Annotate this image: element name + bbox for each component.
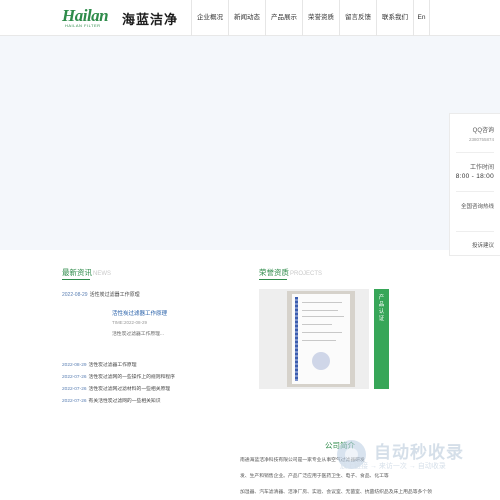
nav-item-feedback[interactable]: 留言反馈 [339,0,376,36]
nav-item-language[interactable]: En [413,0,430,36]
panel-divider [456,152,494,153]
news-title-en: NEWS [93,271,111,277]
hero-banner [0,36,500,250]
certificate-frame [287,291,355,387]
watermark-overlay: 自动秒收录 放上链接 → 来访一次 → 自动收录 [337,436,487,476]
main-nav: 企业概况 新闻动态 产品展示 荣誉资质 留言反馈 联系我们 En [191,0,430,36]
nav-item-products[interactable]: 产品展示 [265,0,302,36]
certificate-text-line [302,316,344,317]
certificate-seal-icon [312,352,330,370]
certificate-text-line [302,302,342,303]
news-title-underline [62,279,90,280]
news-title: 活性炭过滤器工作原理 [89,292,140,298]
news-title: 活性炭过滤器工作原理 [88,363,137,368]
news-list-item[interactable]: 2022-07-26 有关活性炭过滤网的一些相关知识 [62,396,202,408]
news-date: 2022-07-26 [62,387,87,392]
news-title: 有关活性炭过滤网的一些相关知识 [88,399,161,404]
certificate-text-line [302,332,342,333]
news-list-item[interactable]: 2022-07-26 活性炭过滤网过滤材料的一些相关原理 [62,384,202,396]
qq-number: 2380755874 [468,137,494,142]
featured-news-title[interactable]: 活性炭过滤器工作原理 [112,309,167,317]
nav-item-news[interactable]: 新闻动态 [228,0,265,36]
news-title-cn: 最新资讯 [62,268,92,277]
news-date: 2022-07-26 [62,375,87,380]
watermark-logo-inner [345,448,358,461]
honors-title-en: PROJECTS [290,271,323,277]
panel-divider [456,231,494,232]
featured-news[interactable]: 活性炭过滤器工作原理 TIME:2022-08-29 活性炭过滤器工作原理... [62,305,180,345]
honors-title-cn: 荣誉资质 [259,268,289,277]
news-date: 2022-08-29 [62,363,87,368]
news-section-title[interactable]: 最新资讯NEWS [62,267,111,278]
certificate-label-text: 产品认证 [378,295,385,322]
nav-item-honors[interactable]: 荣誉资质 [302,0,339,36]
top-header: Hailan HAILAN FILTER 海蓝洁净 企业概况 新闻动态 产品展示… [0,0,500,36]
panel-divider [456,191,494,192]
logo-chinese-name: 海蓝洁净 [122,13,179,28]
news-title: 活性炭过滤网过滤材料的一些相关原理 [88,387,171,392]
certificate-label-tab[interactable]: 产品认证 [374,289,389,389]
certificate-text-line [302,324,332,325]
certificate-image[interactable] [259,289,369,389]
nav-item-about[interactable]: 企业概况 [191,0,228,36]
certificate-text-line [302,310,338,311]
news-title: 活性炭过滤网的一些操作上的规则和程序 [88,375,175,380]
news-date: 2022-08-29 [62,292,88,298]
news-list-item[interactable]: 2022-08-29 活性炭过滤器工作原理 [62,360,202,372]
floating-contact-panel: QQ咨询 2380755874 工作时间 8:00 - 18:00 全国咨询热线… [449,113,500,256]
news-list: 2022-08-29 活性炭过滤器工作原理 2022-07-26 活性炭过滤网的一些… [62,360,202,408]
nav-item-contact[interactable]: 联系我们 [376,0,413,36]
certificate-border-stripe [295,297,298,381]
honors-section-title[interactable]: 荣誉资质PROJECTS [259,267,322,278]
news-list-item[interactable]: 2022-07-26 活性炭过滤网的一些操作上的规则和程序 [62,372,202,384]
watermark-subtitle: 放上链接 → 来访一次 → 自动收录 [340,463,446,470]
watermark-title: 自动秒收录 [374,443,464,462]
news-top-item[interactable]: 2022-08-29 活性炭过滤器工作原理 [62,291,140,298]
certificate-paper [292,294,350,384]
work-time-value: 8:00 - 18:00 [455,173,494,180]
about-line: 加湿器、汽车滤清器、洁净厂房、实验、会议室、无菌室、抗菌纺织品及床上用品等多个领 [240,490,432,495]
qq-consult-link[interactable]: QQ咨询 [473,125,494,134]
featured-news-desc: 活性炭过滤器工作原理... [112,332,164,337]
work-time-label: 工作时间 [469,165,494,171]
logo-subtitle: HAILAN FILTER [65,23,101,28]
featured-news-thumbnail [62,305,106,343]
featured-news-time: TIME:2022-08-29 [112,320,148,325]
site-logo[interactable]: Hailan HAILAN FILTER 海蓝洁净 [62,6,192,32]
news-date: 2022-07-26 [62,399,87,404]
complaint-link[interactable]: 投诉建议 [472,241,494,249]
honors-title-underline [259,279,287,280]
certificate-text-line [302,340,336,341]
hotline-link[interactable]: 全国咨询热线 [461,202,494,210]
